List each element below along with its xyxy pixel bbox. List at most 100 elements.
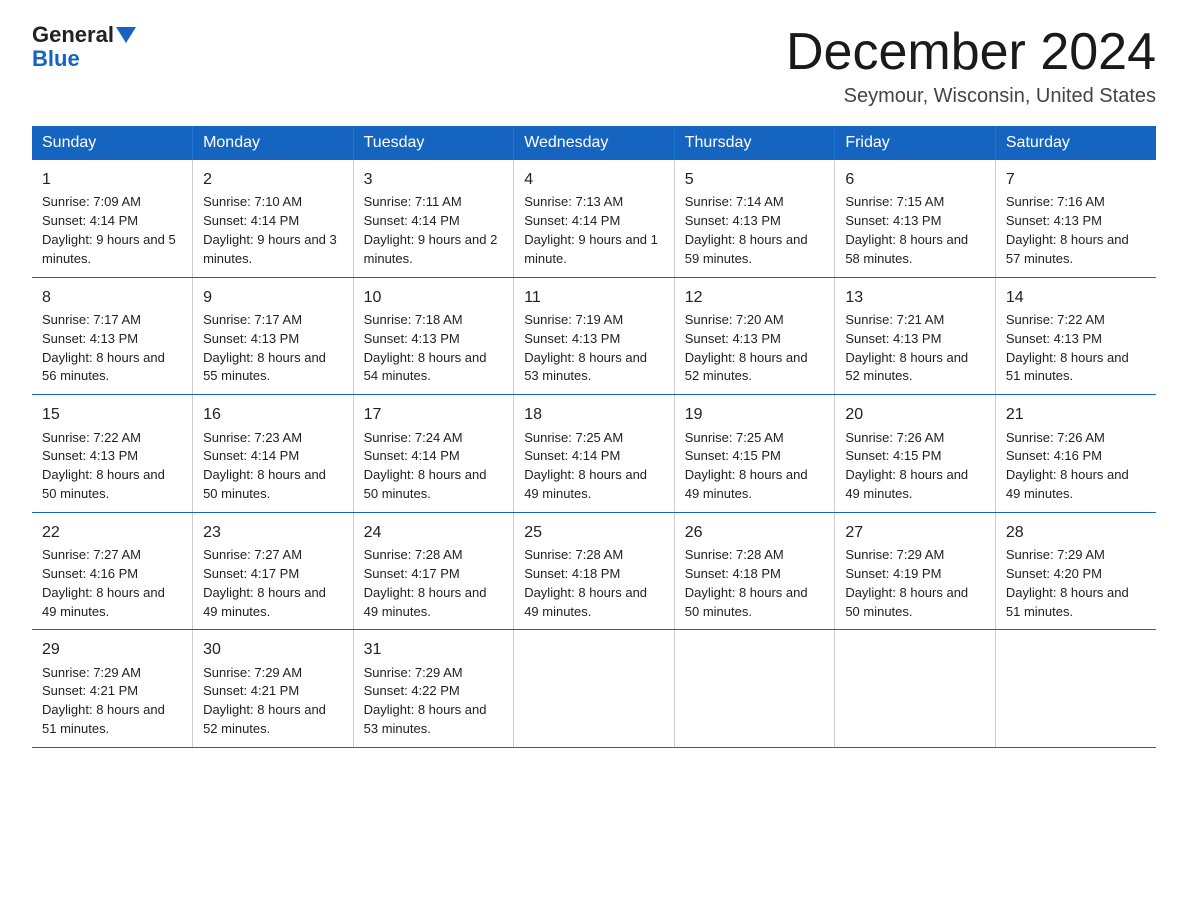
day-number: 3: [364, 168, 504, 191]
sunrise-text: Sunrise: 7:28 AM: [685, 547, 784, 562]
calendar-cell: 31Sunrise: 7:29 AMSunset: 4:22 PMDayligh…: [353, 630, 514, 748]
daylight-text: Daylight: 8 hours and 49 minutes.: [524, 467, 647, 501]
sunrise-text: Sunrise: 7:20 AM: [685, 312, 784, 327]
sunrise-text: Sunrise: 7:22 AM: [42, 430, 141, 445]
calendar-cell: 9Sunrise: 7:17 AMSunset: 4:13 PMDaylight…: [193, 277, 354, 395]
day-number: 18: [524, 403, 664, 426]
daylight-text: Daylight: 8 hours and 50 minutes.: [685, 585, 808, 619]
sunrise-text: Sunrise: 7:27 AM: [42, 547, 141, 562]
sunset-text: Sunset: 4:14 PM: [203, 448, 299, 463]
daylight-text: Daylight: 8 hours and 52 minutes.: [685, 350, 808, 384]
sunset-text: Sunset: 4:21 PM: [42, 683, 138, 698]
sunset-text: Sunset: 4:14 PM: [524, 448, 620, 463]
sunrise-text: Sunrise: 7:29 AM: [42, 665, 141, 680]
sunset-text: Sunset: 4:13 PM: [524, 331, 620, 346]
daylight-text: Daylight: 8 hours and 49 minutes.: [845, 467, 968, 501]
day-number: 27: [845, 521, 985, 544]
day-number: 12: [685, 286, 825, 309]
calendar-week-row: 15Sunrise: 7:22 AMSunset: 4:13 PMDayligh…: [32, 395, 1156, 513]
calendar-cell: 6Sunrise: 7:15 AMSunset: 4:13 PMDaylight…: [835, 160, 996, 277]
sunset-text: Sunset: 4:13 PM: [1006, 331, 1102, 346]
day-of-week-sunday: Sunday: [32, 126, 193, 160]
calendar-cell: 2Sunrise: 7:10 AMSunset: 4:14 PMDaylight…: [193, 160, 354, 277]
calendar-cell: 16Sunrise: 7:23 AMSunset: 4:14 PMDayligh…: [193, 395, 354, 513]
sunrise-text: Sunrise: 7:29 AM: [1006, 547, 1105, 562]
daylight-text: Daylight: 9 hours and 2 minutes.: [364, 232, 498, 266]
sunrise-text: Sunrise: 7:19 AM: [524, 312, 623, 327]
day-number: 6: [845, 168, 985, 191]
calendar-cell: 10Sunrise: 7:18 AMSunset: 4:13 PMDayligh…: [353, 277, 514, 395]
calendar-cell: 29Sunrise: 7:29 AMSunset: 4:21 PMDayligh…: [32, 630, 193, 748]
day-number: 24: [364, 521, 504, 544]
day-number: 8: [42, 286, 182, 309]
calendar-cell: 7Sunrise: 7:16 AMSunset: 4:13 PMDaylight…: [995, 160, 1156, 277]
calendar-week-row: 1 Sunrise: 7:09 AM Sunset: 4:14 PM Daylight…: [32, 160, 1156, 277]
daylight-text: Daylight: 9 hours and 3 minutes.: [203, 232, 337, 266]
calendar-cell: 20Sunrise: 7:26 AMSunset: 4:15 PMDayligh…: [835, 395, 996, 513]
sunrise-text: Sunrise: 7:25 AM: [685, 430, 784, 445]
sunset-text: Sunset: 4:18 PM: [685, 566, 781, 581]
sunrise-text: Sunrise: 7:29 AM: [364, 665, 463, 680]
day-of-week-thursday: Thursday: [674, 126, 835, 160]
sunset-text: Sunset: 4:16 PM: [42, 566, 138, 581]
calendar-cell: 14Sunrise: 7:22 AMSunset: 4:13 PMDayligh…: [995, 277, 1156, 395]
sunset-text: Sunset: 4:20 PM: [1006, 566, 1102, 581]
sunrise-text: Sunrise: 7:21 AM: [845, 312, 944, 327]
day-number: 7: [1006, 168, 1146, 191]
daylight-text: Daylight: 8 hours and 51 minutes.: [1006, 585, 1129, 619]
sunset-text: Sunset: 4:13 PM: [42, 331, 138, 346]
calendar-cell: 13Sunrise: 7:21 AMSunset: 4:13 PMDayligh…: [835, 277, 996, 395]
daylight-text: Daylight: 8 hours and 49 minutes.: [203, 585, 326, 619]
title-block: December 2024 Seymour, Wisconsin, United…: [786, 24, 1156, 108]
calendar-cell: 3Sunrise: 7:11 AMSunset: 4:14 PMDaylight…: [353, 160, 514, 277]
day-number: 17: [364, 403, 504, 426]
sunrise-text: Sunrise: 7:09 AM: [42, 194, 141, 209]
day-number: 11: [524, 286, 664, 309]
sunset-text: Sunset: 4:13 PM: [364, 331, 460, 346]
daylight-text: Daylight: 8 hours and 55 minutes.: [203, 350, 326, 384]
sunrise-text: Sunrise: 7:15 AM: [845, 194, 944, 209]
sunset-text: Sunset: 4:14 PM: [203, 213, 299, 228]
daylight-text: Daylight: 8 hours and 52 minutes.: [203, 702, 326, 736]
sunrise-text: Sunrise: 7:24 AM: [364, 430, 463, 445]
day-number: 5: [685, 168, 825, 191]
sunrise-text: Sunrise: 7:29 AM: [845, 547, 944, 562]
sunrise-text: Sunrise: 7:17 AM: [42, 312, 141, 327]
calendar-cell: 8Sunrise: 7:17 AMSunset: 4:13 PMDaylight…: [32, 277, 193, 395]
day-number: 25: [524, 521, 664, 544]
day-number: 13: [845, 286, 985, 309]
day-number: 20: [845, 403, 985, 426]
calendar-cell: 15Sunrise: 7:22 AMSunset: 4:13 PMDayligh…: [32, 395, 193, 513]
day-number: 1: [42, 168, 182, 191]
day-number: 29: [42, 638, 182, 661]
day-number: 10: [364, 286, 504, 309]
calendar-header-row: SundayMondayTuesdayWednesdayThursdayFrid…: [32, 126, 1156, 160]
sunset-text: Sunset: 4:13 PM: [42, 448, 138, 463]
sunset-text: Sunset: 4:13 PM: [685, 331, 781, 346]
sunrise-text: Sunrise: 7:10 AM: [203, 194, 302, 209]
sunset-text: Sunset: 4:13 PM: [845, 331, 941, 346]
sunrise-text: Sunrise: 7:11 AM: [364, 194, 462, 209]
calendar-cell: 11Sunrise: 7:19 AMSunset: 4:13 PMDayligh…: [514, 277, 675, 395]
day-of-week-friday: Friday: [835, 126, 996, 160]
sunrise-text: Sunrise: 7:23 AM: [203, 430, 302, 445]
sunset-text: Sunset: 4:18 PM: [524, 566, 620, 581]
daylight-text: Daylight: 8 hours and 50 minutes.: [364, 467, 487, 501]
sunset-text: Sunset: 4:17 PM: [203, 566, 299, 581]
day-number: 31: [364, 638, 504, 661]
sunrise-text: Sunrise: 7:26 AM: [1006, 430, 1105, 445]
sunset-text: Sunset: 4:17 PM: [364, 566, 460, 581]
daylight-text: Daylight: 8 hours and 58 minutes.: [845, 232, 968, 266]
day-number: 30: [203, 638, 343, 661]
daylight-text: Daylight: 8 hours and 49 minutes.: [685, 467, 808, 501]
sunset-text: Sunset: 4:14 PM: [42, 213, 138, 228]
sunrise-text: Sunrise: 7:26 AM: [845, 430, 944, 445]
day-number: 23: [203, 521, 343, 544]
daylight-text: Daylight: 9 hours and 1 minute.: [524, 232, 658, 266]
calendar-cell: 1 Sunrise: 7:09 AM Sunset: 4:14 PM Daylight…: [32, 160, 193, 277]
daylight-text: Daylight: 9 hours and 5 minutes.: [42, 232, 176, 266]
day-number: 21: [1006, 403, 1146, 426]
calendar-cell: 22Sunrise: 7:27 AMSunset: 4:16 PMDayligh…: [32, 512, 193, 630]
day-number: 19: [685, 403, 825, 426]
sunset-text: Sunset: 4:15 PM: [685, 448, 781, 463]
